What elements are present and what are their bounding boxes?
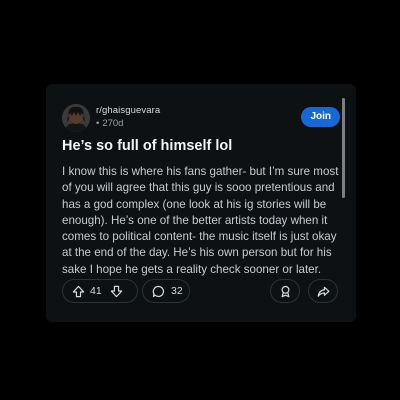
- subreddit-name[interactable]: r/ghaisguevara: [96, 105, 160, 116]
- share-button[interactable]: [308, 279, 338, 303]
- post-age-text: 270d: [102, 118, 124, 129]
- comment-count: 32: [171, 285, 183, 297]
- comment-button[interactable]: 32: [142, 279, 190, 303]
- award-icon: [278, 284, 292, 298]
- comment-icon: [151, 284, 165, 298]
- share-icon: [316, 284, 330, 298]
- vote-pill: 41: [62, 279, 138, 303]
- post-age: • 270d: [96, 118, 123, 129]
- avatar-image: [62, 104, 90, 132]
- subreddit-avatar[interactable]: [62, 104, 90, 132]
- join-button[interactable]: Join: [301, 107, 340, 127]
- downvote-icon[interactable]: [110, 284, 124, 298]
- post-meta: r/ghaisguevara • 270d Join: [62, 104, 354, 132]
- award-button[interactable]: [270, 279, 300, 303]
- scrollbar[interactable]: [342, 98, 345, 198]
- upvote-count: 41: [90, 285, 102, 297]
- upvote-icon[interactable]: [71, 284, 85, 298]
- post-actions: 41 32: [62, 279, 338, 305]
- separator-dot: •: [96, 118, 100, 129]
- post-title[interactable]: He’s so full of himself lol: [62, 138, 322, 154]
- post-body: I know this is where his fans gather- bu…: [62, 165, 339, 276]
